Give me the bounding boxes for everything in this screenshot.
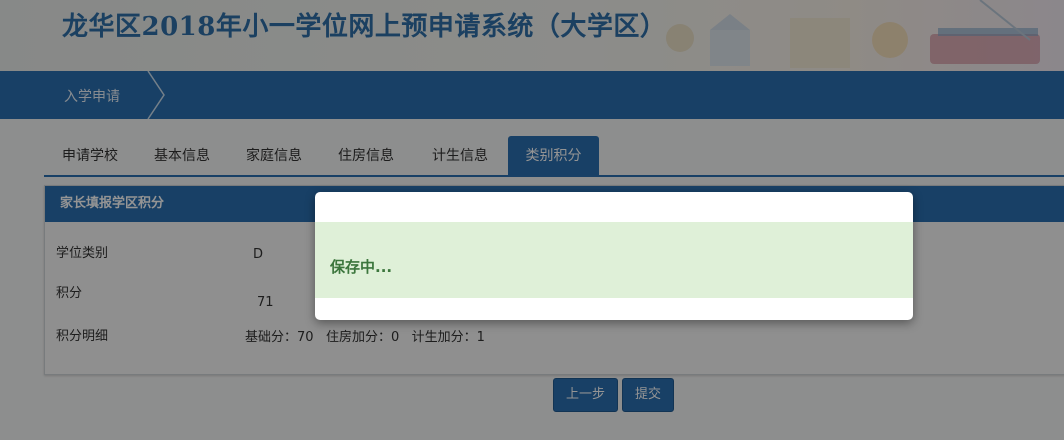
success-alert: 保存中... bbox=[315, 222, 913, 298]
saving-message: 保存中... bbox=[330, 258, 393, 276]
saving-dialog: 保存中... bbox=[315, 192, 913, 320]
